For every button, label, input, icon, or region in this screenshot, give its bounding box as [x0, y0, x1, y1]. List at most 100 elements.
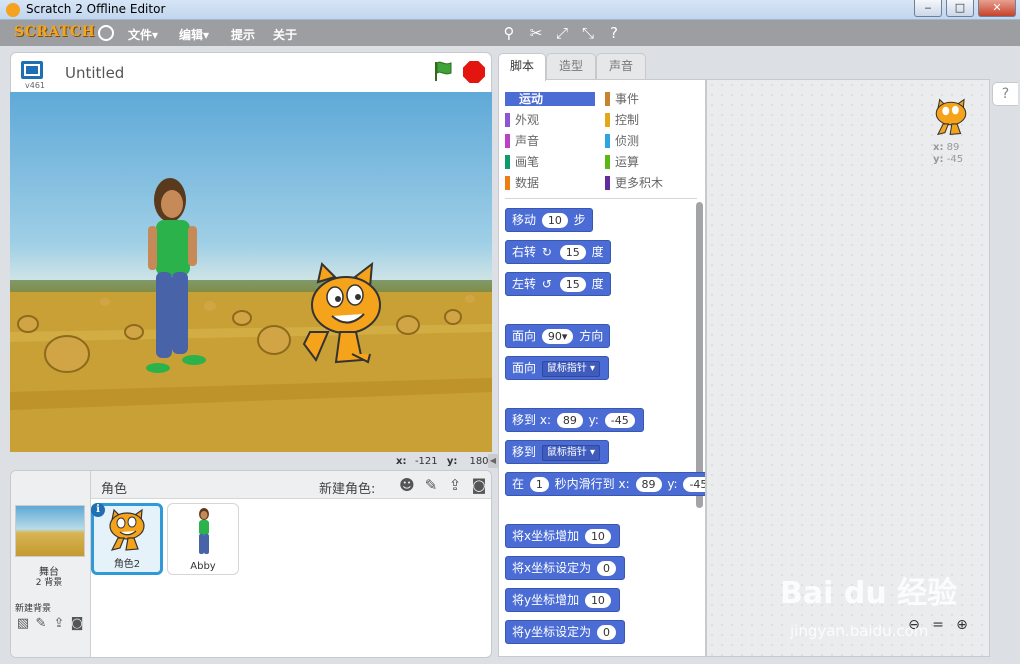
block-suffix: 度	[591, 277, 604, 291]
block-glide[interactable]: 在 1 秒内滑行到 x: 89 y: -45	[505, 472, 705, 496]
value-input[interactable]: 10	[584, 593, 611, 608]
mouse-coordinates: x: -121 y: 180	[396, 456, 495, 467]
zoom-reset-icon[interactable]: =	[929, 616, 947, 634]
sprite-y-readout: y: -45	[933, 154, 963, 165]
value-input[interactable]: 0	[596, 625, 616, 640]
minimize-button[interactable]: ‒	[914, 0, 942, 17]
mouse-y-label: y:	[446, 456, 458, 467]
menu-file[interactable]: 文件▾	[128, 26, 158, 43]
category-more-blocks[interactable]: 更多积木	[605, 174, 695, 192]
tab-sounds[interactable]: 声音	[596, 53, 646, 79]
steps-input[interactable]: 10	[541, 213, 568, 228]
category-control[interactable]: 控制	[605, 111, 695, 129]
window-title: Scratch 2 Offline Editor	[26, 2, 166, 16]
direction-input[interactable]: 90▾	[541, 329, 574, 344]
category-pen[interactable]: 画笔	[505, 153, 595, 171]
stop-icon[interactable]	[463, 61, 485, 83]
palette-scrollbar[interactable]	[696, 202, 703, 508]
info-icon[interactable]: i	[91, 503, 105, 517]
menu-about[interactable]: 关于	[273, 26, 297, 43]
paint-sprite-icon[interactable]: ✎	[421, 476, 441, 494]
y-input[interactable]: -45	[683, 477, 705, 492]
close-button[interactable]: ✕	[978, 0, 1016, 17]
tab-scripts[interactable]: 脚本	[498, 53, 546, 81]
block-palette: 运动 事件 外观 控制 声音 侦测 画笔 运算 数据 更多积木 移动 10 步 …	[498, 79, 706, 657]
menu-edit[interactable]: 编辑▾	[179, 26, 209, 43]
block-turn-right[interactable]: 右转 ↻ 15 度	[505, 240, 611, 264]
scratch-logo[interactable]: SCRATCH	[14, 24, 95, 40]
block-turn-left[interactable]: 左转 ↺ 15 度	[505, 272, 611, 296]
x-label: x:	[539, 413, 551, 427]
shrink-icon[interactable]: ⤡	[579, 24, 597, 42]
category-sound[interactable]: 声音	[505, 132, 595, 150]
degrees-input[interactable]: 15	[559, 277, 586, 292]
block-goto[interactable]: 移到 鼠标指针 ▾	[505, 440, 610, 464]
sprite-library-icon[interactable]: ☻	[397, 476, 417, 494]
fullscreen-icon[interactable]	[21, 61, 43, 79]
grow-icon[interactable]: ⤢	[553, 24, 571, 42]
stage-header: v461 Untitled	[10, 52, 492, 92]
delete-scissors-icon[interactable]: ✂	[527, 24, 545, 42]
camera-sprite-icon[interactable]: ◙	[469, 476, 489, 494]
block-suffix: 方向	[579, 329, 604, 343]
category-data[interactable]: 数据	[505, 174, 595, 192]
duplicate-stamp-icon[interactable]: ⚲	[500, 24, 518, 42]
y-label: y:	[933, 154, 944, 165]
x-label: x:	[618, 477, 630, 491]
block-point-direction[interactable]: 面向 90▾ 方向	[505, 324, 611, 348]
degrees-input[interactable]: 15	[559, 245, 586, 260]
project-title[interactable]: Untitled	[65, 64, 124, 82]
block-label: 将y坐标增加	[512, 593, 580, 607]
y-value: -45	[946, 154, 964, 165]
green-flag-icon[interactable]	[431, 59, 455, 83]
stage-canvas[interactable]	[10, 92, 492, 452]
block-label: 将x坐标增加	[512, 529, 580, 543]
block-label: 将y坐标设定为	[512, 625, 592, 639]
category-events[interactable]: 事件	[605, 90, 695, 108]
block-label: 移到	[512, 445, 537, 459]
sprite-tile-abby[interactable]: Abby	[167, 503, 239, 575]
block-goto-xy[interactable]: 移到 x: 89 y: -45	[505, 408, 644, 432]
block-change-y[interactable]: 将y坐标增加 10	[505, 588, 620, 612]
block-label: 在	[512, 477, 525, 491]
upload-sprite-icon[interactable]: ⇪	[445, 476, 465, 494]
target-dropdown[interactable]: 鼠标指针 ▾	[541, 444, 601, 461]
target-dropdown[interactable]: 鼠标指针 ▾	[541, 360, 601, 377]
y-input[interactable]: -45	[604, 413, 635, 428]
sprite-name: Abby	[190, 561, 216, 572]
collapse-stage-arrow-icon[interactable]: ◀	[488, 454, 498, 468]
language-globe-icon[interactable]	[98, 25, 114, 41]
version-label: v461	[25, 81, 46, 90]
x-input[interactable]: 89	[635, 477, 662, 492]
maximize-button[interactable]: □	[946, 0, 974, 17]
sprite-pane: 舞台 2 背景 新建背景 ▧ ✎ ⇪ ◙ 角色 新建角色: ☻ ✎ ⇪ ◙ i …	[10, 470, 492, 658]
x-input[interactable]: 89	[556, 413, 583, 428]
value-input[interactable]: 10	[584, 529, 611, 544]
block-change-x[interactable]: 将x坐标增加 10	[505, 524, 620, 548]
new-sprite-label: 新建角色:	[319, 482, 376, 497]
sprite-tile-cat[interactable]: i 角色2	[91, 503, 163, 575]
block-help-icon[interactable]: ?	[605, 24, 623, 42]
category-looks[interactable]: 外观	[505, 111, 595, 129]
menu-tips[interactable]: 提示	[231, 26, 255, 43]
block-move-steps[interactable]: 移动 10 步	[505, 208, 593, 232]
category-sensing[interactable]: 侦测	[605, 132, 695, 150]
help-tab-question-icon[interactable]: ?	[992, 82, 1018, 106]
backdrop-library-icon[interactable]: ▧	[15, 617, 31, 631]
category-motion[interactable]: 运动	[505, 90, 595, 108]
sprite-name: 角色2	[113, 559, 141, 570]
y-label: y:	[588, 413, 599, 427]
paint-backdrop-icon[interactable]: ✎	[33, 617, 49, 631]
sprite-x-readout: x: 89	[933, 142, 959, 153]
camera-backdrop-icon[interactable]: ◙	[69, 617, 85, 631]
secs-input[interactable]: 1	[529, 477, 549, 492]
block-point-towards[interactable]: 面向 鼠标指针 ▾	[505, 356, 610, 380]
upload-backdrop-icon[interactable]: ⇪	[51, 617, 67, 631]
tab-costumes[interactable]: 造型	[546, 53, 596, 79]
block-set-y[interactable]: 将y坐标设定为 0	[505, 620, 625, 644]
block-set-x[interactable]: 将x坐标设定为 0	[505, 556, 625, 580]
value-input[interactable]: 0	[596, 561, 616, 576]
category-operators[interactable]: 运算	[605, 153, 695, 171]
zoom-in-icon[interactable]: ⊕	[953, 616, 971, 634]
stage-thumbnail[interactable]	[15, 505, 85, 557]
